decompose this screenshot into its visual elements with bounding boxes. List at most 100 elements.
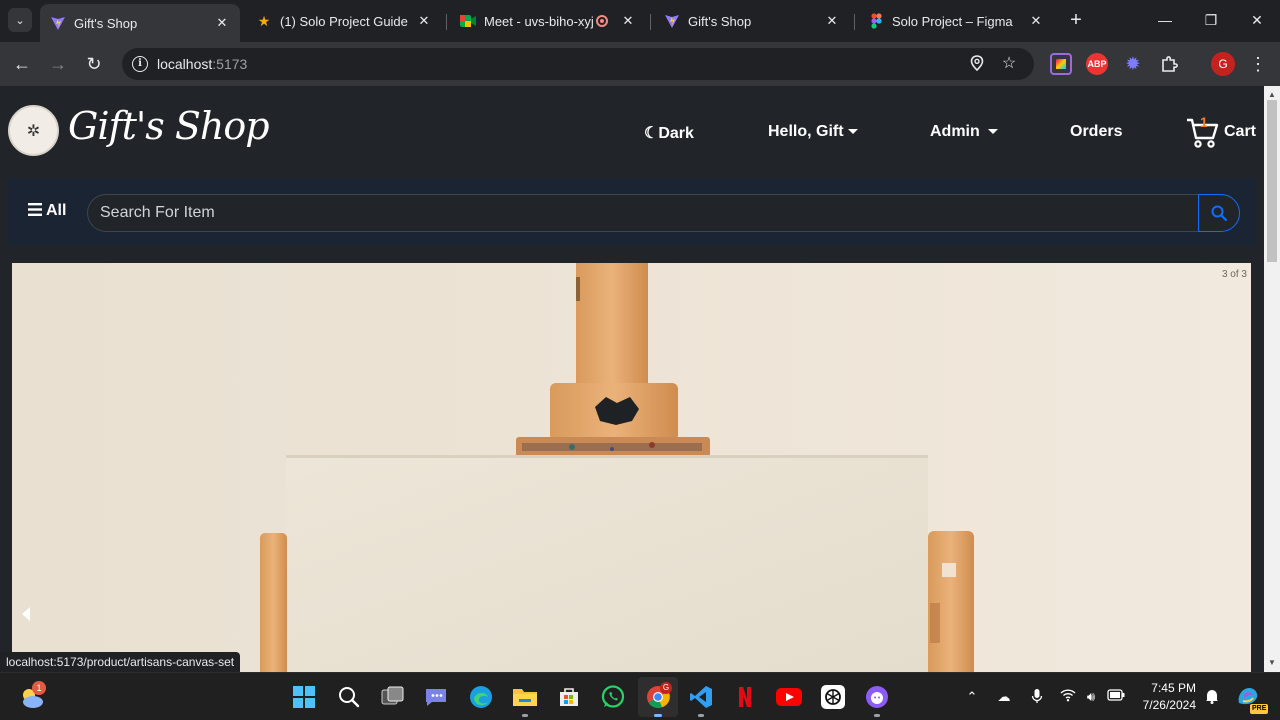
tab-search-button[interactable]: ⌄ [8, 8, 32, 32]
netflix-icon[interactable] [731, 683, 759, 711]
teams-chat-icon[interactable] [422, 683, 450, 711]
all-categories-button[interactable]: All [28, 202, 66, 221]
restore-button[interactable]: ❐ [1188, 8, 1234, 32]
orders-link[interactable]: Orders [1070, 123, 1122, 141]
tab-title: Solo Project – Figma [892, 13, 1013, 29]
tab-title: Meet - uvs-biho-xyj [484, 13, 594, 29]
edge-icon[interactable] [467, 683, 495, 711]
close-icon[interactable]: ✕ [416, 13, 432, 29]
file-explorer-icon[interactable] [511, 683, 539, 711]
running-indicator [698, 714, 704, 717]
running-indicator [654, 714, 662, 717]
user-greeting: Hello, Gift [768, 123, 844, 140]
search-bar-section: All [8, 178, 1256, 246]
task-view-icon[interactable] [379, 683, 407, 711]
scroll-up-arrow-icon[interactable]: ▲ [1268, 90, 1276, 99]
meet-icon [460, 13, 476, 29]
menu-dots-icon[interactable]: ⋮ [1248, 52, 1268, 76]
new-tab-button[interactable]: + [1064, 9, 1088, 33]
microphone-icon[interactable] [1028, 688, 1046, 706]
arrow-right-icon: → [49, 54, 67, 74]
clock-time[interactable]: 7:45 PM [1130, 681, 1196, 695]
shop-logo[interactable]: ✲ [8, 105, 59, 156]
carousel-prev-arrow-icon[interactable] [22, 607, 30, 621]
gear-ext-icon[interactable]: ✹ [1122, 53, 1144, 75]
search-icon [1211, 205, 1227, 221]
reload-button[interactable]: ↻ [82, 52, 106, 76]
back-button[interactable]: ← [10, 52, 34, 76]
forward-button[interactable]: → [46, 52, 70, 76]
running-indicator [874, 714, 880, 717]
youtube-icon[interactable] [775, 683, 803, 711]
location-pin-icon[interactable] [968, 55, 986, 73]
clock-date[interactable]: 7/26/2024 [1130, 698, 1196, 712]
reload-icon: ↻ [86, 54, 102, 74]
tab-divider [854, 14, 855, 30]
bookmark-star-icon[interactable]: ☆ [1000, 55, 1018, 73]
close-icon[interactable]: ✕ [620, 13, 636, 29]
brand-name[interactable]: Gift's Shop [68, 104, 270, 148]
close-icon[interactable]: ✕ [1028, 13, 1044, 29]
start-windows-icon[interactable] [290, 683, 318, 711]
chatgpt-icon[interactable] [819, 683, 847, 711]
volume-icon[interactable]: 🔊︎ [1082, 688, 1100, 706]
whatsapp-icon[interactable] [599, 683, 627, 711]
cart-label: Cart [1224, 123, 1257, 140]
minimize-button[interactable]: — [1142, 8, 1188, 32]
scroll-down-arrow-icon[interactable]: ▼ [1268, 658, 1276, 667]
tab-title: Gift's Shop [74, 15, 138, 31]
close-window-button[interactable]: ✕ [1234, 8, 1280, 32]
puzzle-icon[interactable] [1158, 53, 1180, 75]
page-scrollbar[interactable]: ▲ ▼ [1264, 86, 1280, 672]
search-icon[interactable] [335, 683, 363, 711]
address-bar[interactable]: i localhost:5173 ☆ [122, 48, 1034, 80]
notification-bell-icon[interactable] [1203, 688, 1221, 706]
address-url[interactable]: localhost:5173 [157, 56, 247, 72]
tab-gifts-shop-active[interactable]: Gift's Shop ✕ [40, 4, 240, 42]
moon-icon: ☾ [644, 125, 659, 142]
search-button[interactable] [1198, 194, 1240, 232]
theme-toggle-label: Dark [658, 125, 694, 142]
admin-menu-dropdown[interactable]: Admin [930, 123, 998, 141]
user-menu-dropdown[interactable]: Hello, Gift [768, 123, 858, 141]
figma-icon [868, 13, 884, 29]
vscode-icon[interactable] [687, 683, 715, 711]
copilot-pre-badge: PRE [1250, 704, 1269, 714]
tab-divider [650, 14, 651, 30]
tab-divider [446, 14, 447, 30]
tab-figma[interactable]: Solo Project – Figma ✕ [858, 6, 1054, 36]
scroll-thumb[interactable] [1267, 100, 1277, 262]
chevron-up-icon[interactable]: ⌃ [963, 688, 981, 706]
caret-down-icon [987, 129, 998, 135]
tab-title: Gift's Shop [688, 13, 752, 29]
caret-down-icon [847, 129, 858, 135]
microsoft-store-icon[interactable] [555, 683, 583, 711]
close-icon[interactable]: ✕ [824, 13, 840, 29]
browser-toolbar: ← → ↻ i localhost:5173 ☆ ABP ✹ G ⋮ [0, 42, 1280, 86]
onedrive-cloud-icon[interactable]: ☁ [995, 688, 1013, 706]
search-input[interactable] [87, 194, 1199, 232]
wifi-icon[interactable] [1059, 688, 1077, 706]
tab-gifts-shop[interactable]: Gift's Shop ✕ [654, 6, 850, 36]
url-host: localhost [157, 56, 213, 72]
info-icon[interactable]: i [132, 56, 148, 72]
cart-count-badge: 1 [1200, 114, 1208, 130]
adblock-icon[interactable]: ABP [1086, 53, 1108, 75]
carousel-counter: 3 of 3 [1221, 269, 1247, 280]
browser-tab-strip: ⌄ Gift's Shop ✕ ★ (1) Solo Project Guide… [0, 0, 1280, 42]
theme-toggle[interactable]: ☾Dark [644, 123, 694, 143]
tab-solo-project-guide[interactable]: ★ (1) Solo Project Guide ✕ [246, 6, 442, 36]
windows-taskbar: 1 G ⌃ ☁ 🔊︎ 7:45 PM 7/26/2024 PRE [0, 672, 1280, 720]
all-label: All [46, 202, 67, 219]
profile-avatar[interactable]: G [1211, 52, 1235, 76]
tab-meet[interactable]: Meet - uvs-biho-xyj ✕ [450, 6, 646, 36]
battery-icon[interactable] [1107, 688, 1125, 706]
product-carousel[interactable]: 3 of 3 [12, 263, 1251, 672]
recording-icon [596, 15, 608, 27]
github-desktop-icon[interactable] [863, 683, 891, 711]
cart-link[interactable]: 1 Cart [1186, 114, 1264, 148]
arrow-left-icon: ← [13, 54, 31, 74]
chevron-down-icon: ⌄ [15, 14, 25, 27]
close-icon[interactable]: ✕ [214, 15, 230, 31]
colorful-ext-icon[interactable] [1050, 53, 1072, 75]
